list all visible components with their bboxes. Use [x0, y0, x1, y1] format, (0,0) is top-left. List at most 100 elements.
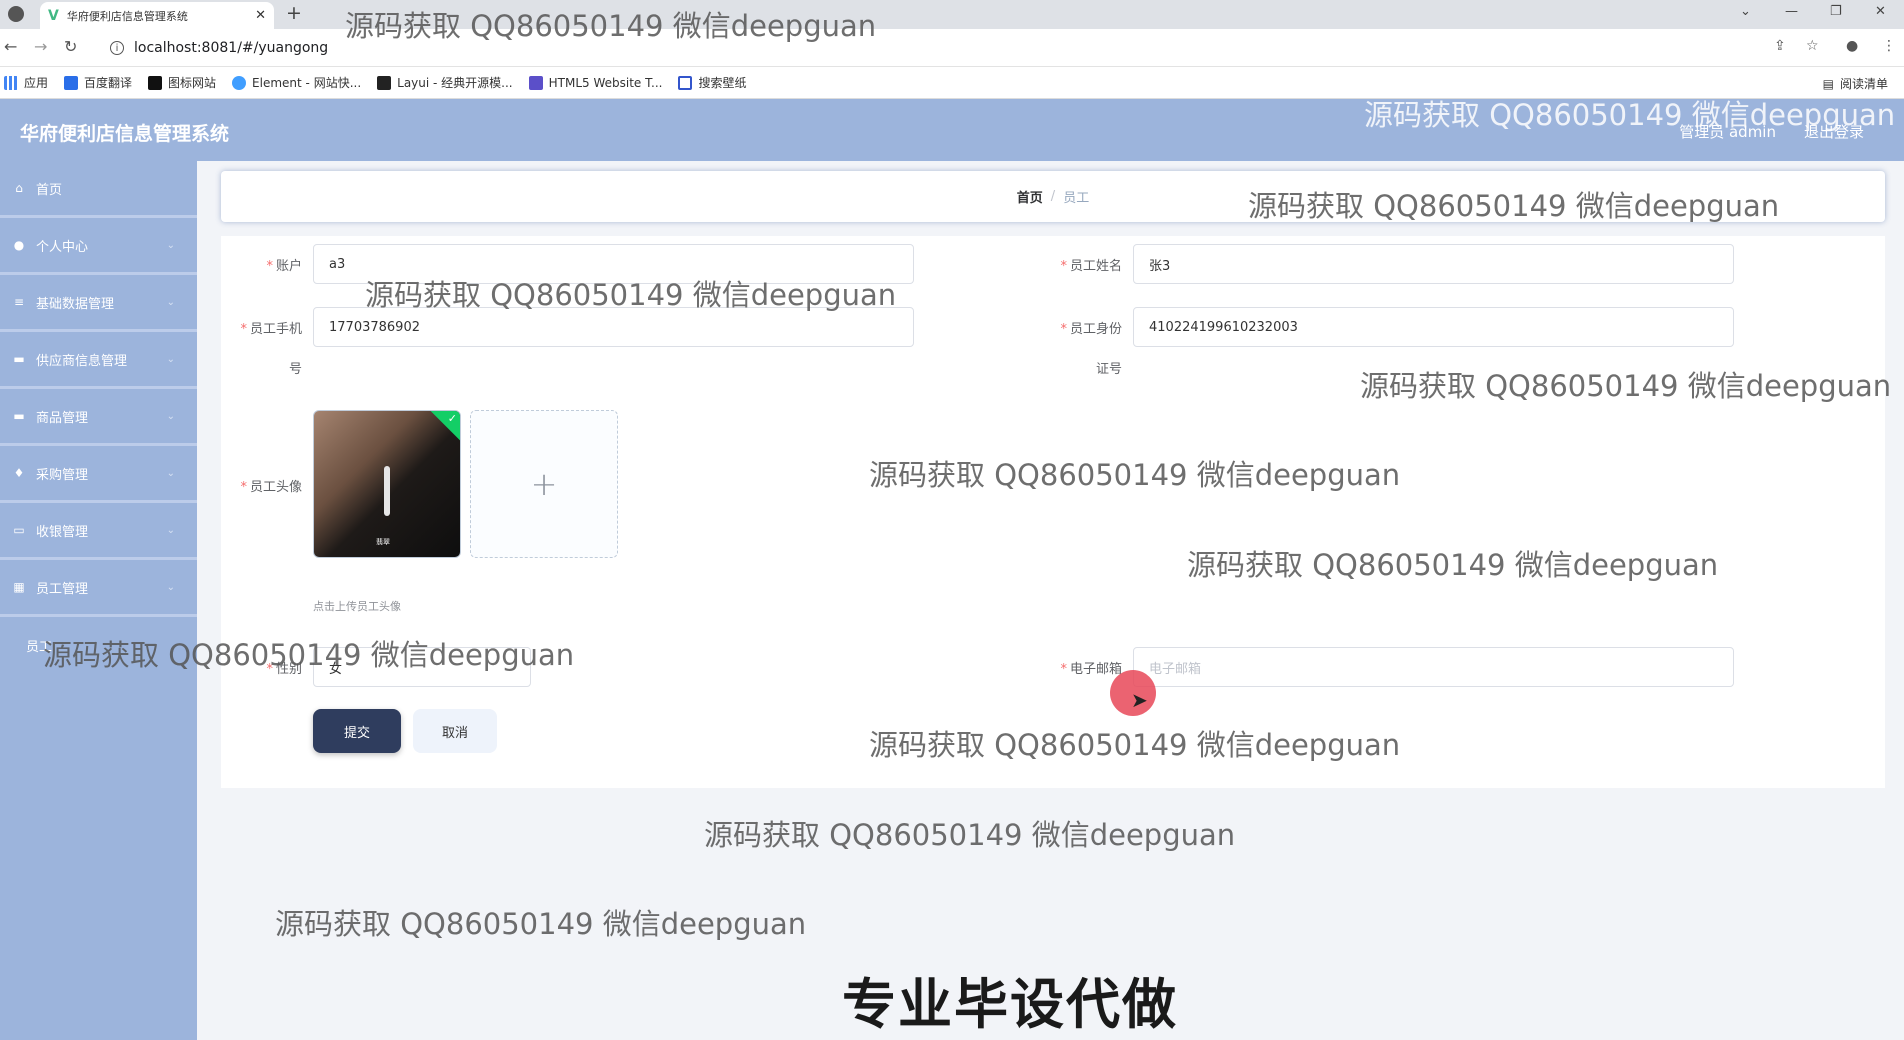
wallpaper-icon — [678, 75, 693, 90]
user-icon: ● — [13, 238, 25, 252]
breadcrumb-home[interactable]: 首页 — [1017, 187, 1043, 206]
account-icon[interactable]: ● — [1846, 38, 1858, 54]
bookmark-star-icon[interactable]: ☆ — [1806, 38, 1819, 54]
bookmark-baidu-translate[interactable]: 百度翻译 — [64, 74, 132, 91]
sidebar-item-cashier[interactable]: ▭ 收银管理 ⌄ — [0, 503, 197, 560]
avatar-label-text: 员工头像 — [249, 480, 302, 495]
home-icon: ⌂ — [15, 181, 23, 195]
restore-icon[interactable]: ❐ — [1830, 4, 1842, 19]
chevron-down-icon: ⌄ — [166, 581, 175, 593]
chevron-down-icon: ⌄ — [166, 239, 175, 251]
email-input[interactable]: 电子邮箱 — [1133, 647, 1734, 687]
watermark-text: 源码获取 QQ86050149 微信deepguan — [345, 9, 877, 43]
browser-tab-bar: V 华府便利店信息管理系统 ✕ + ⌄ — ❐ ✕ — [0, 0, 1904, 29]
menu-icon[interactable]: ⋮ — [1882, 38, 1896, 54]
reload-icon[interactable]: ↻ — [64, 37, 77, 56]
reading-list[interactable]: ▤ 阅读清单 — [1823, 75, 1888, 92]
check-icon: ✓ — [447, 412, 457, 425]
email-label-text: 电子邮箱 — [1069, 662, 1122, 677]
minimize-icon[interactable]: — — [1785, 4, 1798, 19]
avatar-upload-hint: 点击上传员工头像 — [313, 600, 401, 613]
sidebar-item-basic-data[interactable]: ≡ 基础数据管理 ⌄ — [0, 275, 197, 332]
back-icon[interactable]: ← — [4, 37, 17, 56]
share-icon[interactable]: ⇪ — [1774, 38, 1786, 54]
chevron-down-icon: ⌄ — [166, 410, 175, 422]
vue-logo-icon: V — [48, 7, 59, 24]
sidebar-item-supplier[interactable]: ▬ 供应商信息管理 ⌄ — [0, 332, 197, 389]
folder-icon: ▬ — [13, 352, 25, 366]
reading-list-icon: ▤ — [1822, 76, 1834, 91]
sidebar-item-employee[interactable]: ▦ 员工管理 ⌄ — [0, 560, 197, 617]
email-label: * 电子邮箱 — [1060, 662, 1122, 677]
site-info-icon[interactable]: i — [110, 41, 124, 55]
bookmark-label: 百度翻译 — [84, 76, 133, 90]
bookmark-wallpaper[interactable]: 搜索壁纸 — [678, 74, 746, 91]
name-label: * 员工姓名 — [1060, 259, 1122, 274]
close-tab-icon[interactable]: ✕ — [255, 8, 266, 23]
sidebar-item-label: 员工管理 — [36, 581, 89, 597]
forward-icon[interactable]: → — [34, 37, 47, 56]
url-text: localhost:8081/#/yuangong — [134, 40, 329, 56]
sidebar-item-label: 商品管理 — [36, 410, 89, 426]
id-card-input[interactable]: 410224199610232003 — [1133, 307, 1734, 347]
upload-avatar-button[interactable]: + — [470, 410, 618, 558]
grid-icon: ▦ — [13, 580, 25, 594]
html5-icon — [528, 75, 543, 90]
cart-icon: ♦ — [13, 466, 25, 480]
thumbnail-caption: 翡翠 — [376, 538, 390, 546]
watermark-text: 源码获取 QQ86050149 微信deepguan — [1248, 189, 1780, 223]
phone-label-cont: 号 — [288, 362, 302, 377]
browser-profile-icon[interactable] — [8, 6, 24, 22]
bookmark-icon-site[interactable]: 图标网站 — [148, 74, 216, 91]
bookmark-html5[interactable]: HTML5 Website T... — [528, 75, 663, 90]
watermark-text: 源码获取 QQ86050149 微信deepguan — [869, 728, 1401, 762]
avatar-label: * 员工头像 — [240, 480, 302, 495]
sidebar-item-label: 供应商信息管理 — [36, 353, 128, 369]
bookmark-layui[interactable]: Layui - 经典开源模... — [377, 74, 513, 91]
watermark-text: 源码获取 QQ86050149 微信deepguan — [275, 907, 807, 941]
watermark-text: 源码获取 QQ86050149 微信deepguan — [1364, 98, 1896, 132]
watermark-text: 源码获取 QQ86050149 微信deepguan — [869, 458, 1401, 492]
account-label-text: 账户 — [275, 259, 302, 274]
sidebar-item-label: 首页 — [36, 182, 63, 198]
name-input[interactable]: 张3 — [1133, 244, 1734, 284]
sidebar-item-label: 基础数据管理 — [36, 296, 115, 312]
mouse-cursor-icon: ➤ — [1131, 688, 1148, 712]
promo-banner-text: 专业毕设代做 — [842, 973, 1178, 1036]
sidebar-item-label: 收银管理 — [36, 524, 89, 540]
bookmark-apps[interactable]: 应用 — [4, 74, 48, 91]
bookmark-label: 搜索壁纸 — [698, 76, 747, 90]
browser-tab[interactable]: V 华府便利店信息管理系统 ✕ — [40, 2, 274, 29]
sidebar-item-purchase[interactable]: ♦ 采购管理 ⌄ — [0, 446, 197, 503]
bookmark-element[interactable]: Element - 网站快... — [232, 74, 361, 91]
sidebar-item-goods[interactable]: ▬ 商品管理 ⌄ — [0, 389, 197, 446]
close-window-icon[interactable]: ✕ — [1875, 4, 1886, 19]
phone-label: * 员工手机 — [240, 322, 302, 337]
sidebar-item-personal-center[interactable]: ● 个人中心 ⌄ — [0, 218, 197, 275]
sidebar-item-label: 个人中心 — [36, 239, 89, 255]
breadcrumb-separator: / — [1050, 189, 1056, 204]
address-bar-row: ← → ↻ i localhost:8081/#/yuangong ⇪ ☆ ● … — [0, 29, 1904, 67]
icon-site-icon — [148, 75, 163, 90]
breadcrumb-current: 员工 — [1063, 191, 1090, 206]
cash-icon: ▭ — [13, 523, 25, 537]
reading-list-label: 阅读清单 — [1839, 77, 1888, 91]
watermark-text: 源码获取 QQ86050149 微信deepguan — [365, 278, 897, 312]
apps-grid-icon — [4, 75, 18, 90]
watermark-text: 源码获取 QQ86050149 微信deepguan — [704, 818, 1236, 852]
translate-icon — [64, 75, 79, 90]
app-title: 华府便利店信息管理系统 — [20, 123, 230, 145]
sidebar-item-home[interactable]: ⌂ 首页 — [0, 161, 197, 218]
chevron-down-icon: ⌄ — [166, 296, 175, 308]
bookmark-label: 图标网站 — [168, 76, 217, 90]
id-card-label-text: 员工身份 — [1069, 322, 1122, 337]
chevron-down-icon: ⌄ — [166, 353, 175, 365]
sidebar: ⌂ 首页 ● 个人中心 ⌄ ≡ 基础数据管理 ⌄ ▬ 供应商信息管理 ⌄ ▬ 商品管理 ⌄ ♦ 采购… — [0, 161, 197, 1040]
bookmark-label: HTML5 Website T... — [548, 75, 663, 90]
new-tab-icon[interactable]: + — [286, 2, 302, 24]
tab-search-icon[interactable]: ⌄ — [1740, 4, 1751, 19]
list-icon: ≡ — [13, 295, 25, 309]
submit-button[interactable]: 提交 — [313, 709, 401, 753]
uploaded-avatar-image[interactable]: 翡翠 ✓ — [313, 410, 461, 558]
cancel-button[interactable]: 取消 — [413, 709, 497, 753]
